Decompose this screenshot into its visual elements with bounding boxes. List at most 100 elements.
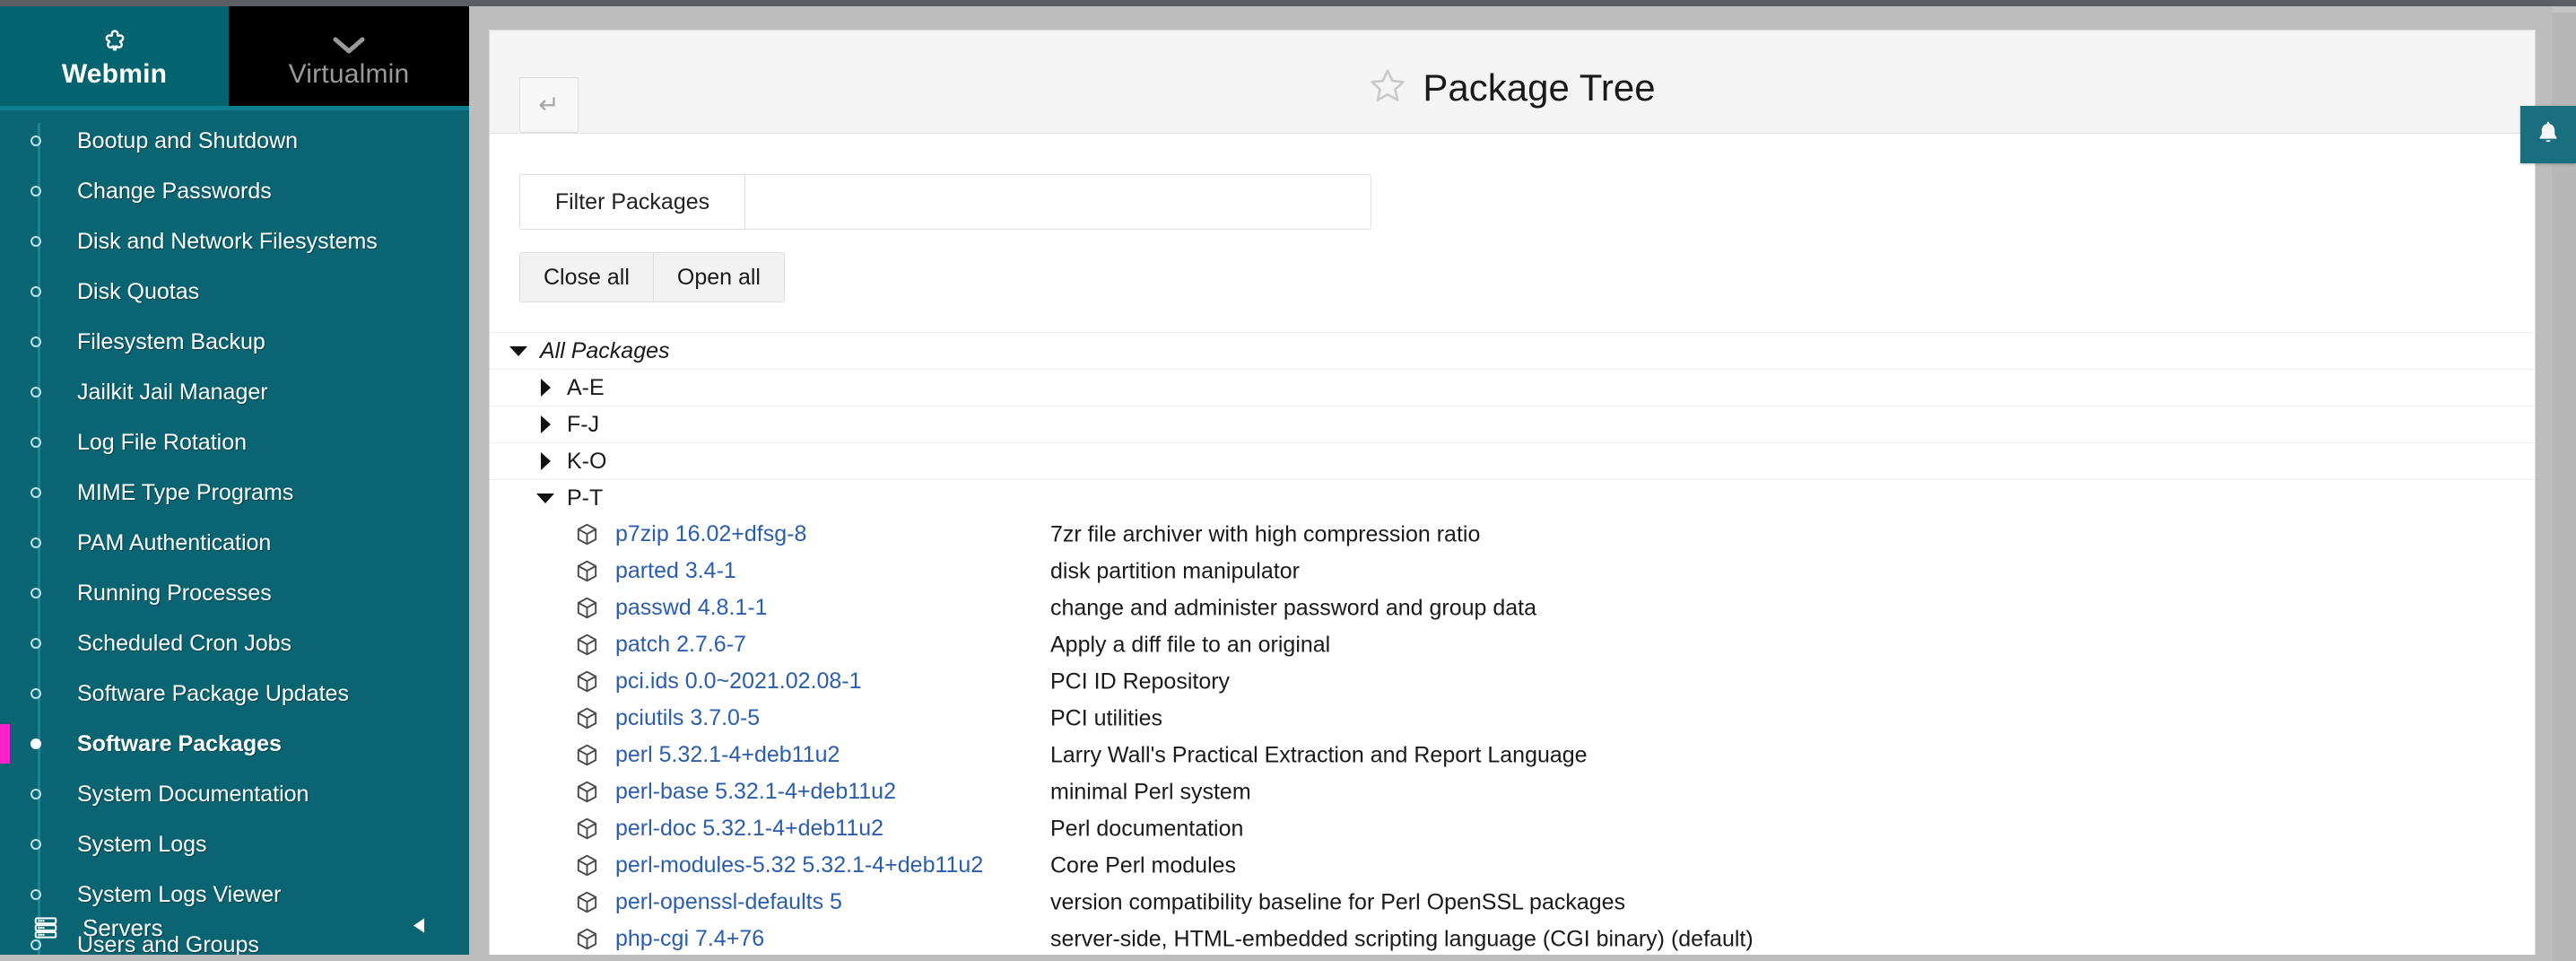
package-row[interactable]: parted 3.4-1 disk partition manipulator — [490, 553, 2535, 590]
sidebar-item-software-package-updates[interactable]: Software Package Updates — [0, 668, 469, 719]
tree-toggle-k-o[interactable] — [536, 452, 554, 470]
chevron-left-icon[interactable] — [412, 917, 426, 939]
server-stack-icon — [30, 914, 61, 941]
sidebar-item-software-packages[interactable]: Software Packages — [0, 719, 469, 769]
sidebar-item-label: Running Processes — [77, 580, 272, 606]
webmin-flower-icon — [100, 25, 130, 57]
tree-toggle-all-packages[interactable] — [509, 345, 527, 356]
page-header: ↵ Package Tree — [490, 31, 2535, 134]
package-row[interactable]: patch 2.7.6-7 Apply a diff file to an ori… — [490, 626, 2535, 663]
window-top-strip — [0, 0, 2576, 6]
tab-virtualmin-label: Virtualmin — [288, 58, 410, 89]
tab-virtualmin[interactable]: Virtualmin — [229, 6, 469, 106]
package-row[interactable]: passwd 4.8.1-1 change and administer pass… — [490, 590, 2535, 626]
brand-tabs: Webmin Virtualmin — [0, 6, 469, 106]
triangle-right-icon — [540, 415, 551, 433]
package-row[interactable]: perl-modules-5.32 5.32.1-4+deb11u2 Core P… — [490, 847, 2535, 884]
package-description: disk partition manipulator — [1050, 558, 1300, 583]
package-link[interactable]: perl-openssl-defaults 5 — [615, 891, 842, 913]
bullet-icon — [30, 487, 41, 498]
package-description: Core Perl modules — [1050, 852, 1237, 878]
sidebar-item-bootup-and-shutdown[interactable]: Bootup and Shutdown — [0, 116, 469, 166]
package-box-icon — [572, 780, 601, 804]
sidebar-item-label: System Logs — [77, 831, 207, 857]
sidebar-item-filesystem-backup[interactable]: Filesystem Backup — [0, 317, 469, 367]
sidebar-item-label: Jailkit Jail Manager — [77, 379, 268, 405]
notifications-button[interactable] — [2520, 106, 2576, 163]
package-box-icon — [572, 743, 601, 767]
sidebar-item-disk-and-network-filesystems[interactable]: Disk and Network Filesystems — [0, 216, 469, 266]
sidebar-item-running-processes[interactable]: Running Processes — [0, 568, 469, 618]
page-title-group: Package Tree — [490, 66, 2535, 109]
package-box-icon — [572, 927, 601, 951]
tree-node-group-k-o[interactable]: K-O — [490, 442, 2535, 479]
filter-packages-button[interactable]: Filter Packages — [519, 174, 745, 230]
package-link[interactable]: perl-base 5.32.1-4+deb11u2 — [615, 781, 896, 803]
package-description: Perl documentation — [1050, 816, 1244, 841]
bullet-icon — [30, 387, 41, 398]
package-link[interactable]: parted 3.4-1 — [615, 560, 736, 582]
sidebar-item-disk-quotas[interactable]: Disk Quotas — [0, 266, 469, 317]
package-row[interactable]: perl-doc 5.32.1-4+deb11u2 Perl documentat… — [490, 810, 2535, 847]
sidebar-item-log-file-rotation[interactable]: Log File Rotation — [0, 417, 469, 467]
sidebar-item-label: Software Package Updates — [77, 680, 349, 706]
bullet-icon — [30, 939, 41, 950]
sidebar-item-system-documentation[interactable]: System Documentation — [0, 769, 469, 819]
package-row[interactable]: pciutils 3.7.0-5 PCI utilities — [490, 700, 2535, 737]
sidebar-item-system-logs[interactable]: System Logs — [0, 819, 469, 869]
triangle-right-icon — [540, 452, 551, 470]
package-box-icon — [572, 633, 601, 657]
bullet-icon — [30, 186, 41, 197]
tree-node-group-a-e[interactable]: A-E — [490, 369, 2535, 406]
tab-webmin[interactable]: Webmin — [0, 6, 229, 106]
package-box-icon — [572, 706, 601, 730]
sidebar-item-mime-type-programs[interactable]: MIME Type Programs — [0, 467, 469, 518]
open-all-button[interactable]: Open all — [652, 252, 785, 302]
tree-node-group-p-t[interactable]: P-T — [490, 479, 2535, 516]
sidebar-item-label: System Documentation — [77, 781, 309, 807]
sidebar-item-label: PAM Authentication — [77, 529, 272, 555]
sidebar-item-jailkit-jail-manager[interactable]: Jailkit Jail Manager — [0, 367, 469, 417]
sidebar-category-servers[interactable]: Servers — [0, 901, 469, 955]
package-link[interactable]: php-cgi 7.4+76 — [615, 928, 764, 950]
package-link[interactable]: patch 2.7.6-7 — [615, 633, 746, 656]
package-link[interactable]: pciutils 3.7.0-5 — [615, 707, 760, 729]
filter-packages-input[interactable] — [745, 174, 1371, 230]
triangle-down-icon — [536, 493, 554, 503]
sidebar-item-pam-authentication[interactable]: PAM Authentication — [0, 518, 469, 568]
package-box-icon — [572, 596, 601, 620]
package-box-icon — [572, 522, 601, 546]
package-link[interactable]: passwd 4.8.1-1 — [615, 597, 768, 619]
tree-toggle-a-e[interactable] — [536, 379, 554, 397]
tree-node-all-packages[interactable]: All Packages — [490, 332, 2535, 369]
package-link[interactable]: perl-modules-5.32 5.32.1-4+deb11u2 — [615, 854, 983, 877]
package-link[interactable]: perl-doc 5.32.1-4+deb11u2 — [615, 817, 883, 840]
package-row[interactable]: perl 5.32.1-4+deb11u2 Larry Wall's Practi… — [490, 737, 2535, 773]
page-content: Filter Packages Close all Open all All P… — [490, 174, 2535, 955]
bullet-icon — [30, 236, 41, 247]
tree-toggle-f-j[interactable] — [536, 415, 554, 433]
sidebar-item-scheduled-cron-jobs[interactable]: Scheduled Cron Jobs — [0, 618, 469, 668]
close-all-button[interactable]: Close all — [519, 252, 653, 302]
sidebar-category-label: Servers — [83, 913, 163, 941]
package-row[interactable]: perl-base 5.32.1-4+deb11u2 minimal Perl s… — [490, 773, 2535, 810]
package-row[interactable]: perl-openssl-defaults 5 version compatibi… — [490, 884, 2535, 921]
package-description: server-side, HTML-embedded scripting lan… — [1050, 926, 1754, 951]
package-description: version compatibility baseline for Perl … — [1050, 889, 1626, 914]
package-box-icon — [572, 853, 601, 878]
filter-packages-label: Filter Packages — [554, 188, 710, 214]
star-outline-icon[interactable] — [1369, 66, 1406, 109]
tree-toggle-p-t[interactable] — [536, 493, 554, 503]
tree-node-group-f-j[interactable]: F-J — [490, 406, 2535, 442]
package-link[interactable]: p7zip 16.02+dfsg-8 — [615, 523, 806, 546]
bullet-icon — [30, 738, 41, 749]
package-row[interactable]: p7zip 16.02+dfsg-8 7zr file archiver with… — [490, 516, 2535, 553]
package-link[interactable]: pci.ids 0.0~2021.02.08-1 — [615, 670, 862, 693]
package-row[interactable]: pci.ids 0.0~2021.02.08-1 PCI ID Repositor… — [490, 663, 2535, 700]
sidebar-item-change-passwords[interactable]: Change Passwords — [0, 166, 469, 216]
tree-node-label: K-O — [567, 448, 607, 474]
package-row[interactable]: php-cgi 7.4+76 server-side, HTML-embedded… — [490, 921, 2535, 955]
package-description: Apply a diff file to an original — [1050, 632, 1331, 657]
package-description: Larry Wall's Practical Extraction and Re… — [1050, 742, 1588, 767]
package-link[interactable]: perl 5.32.1-4+deb11u2 — [615, 744, 840, 766]
